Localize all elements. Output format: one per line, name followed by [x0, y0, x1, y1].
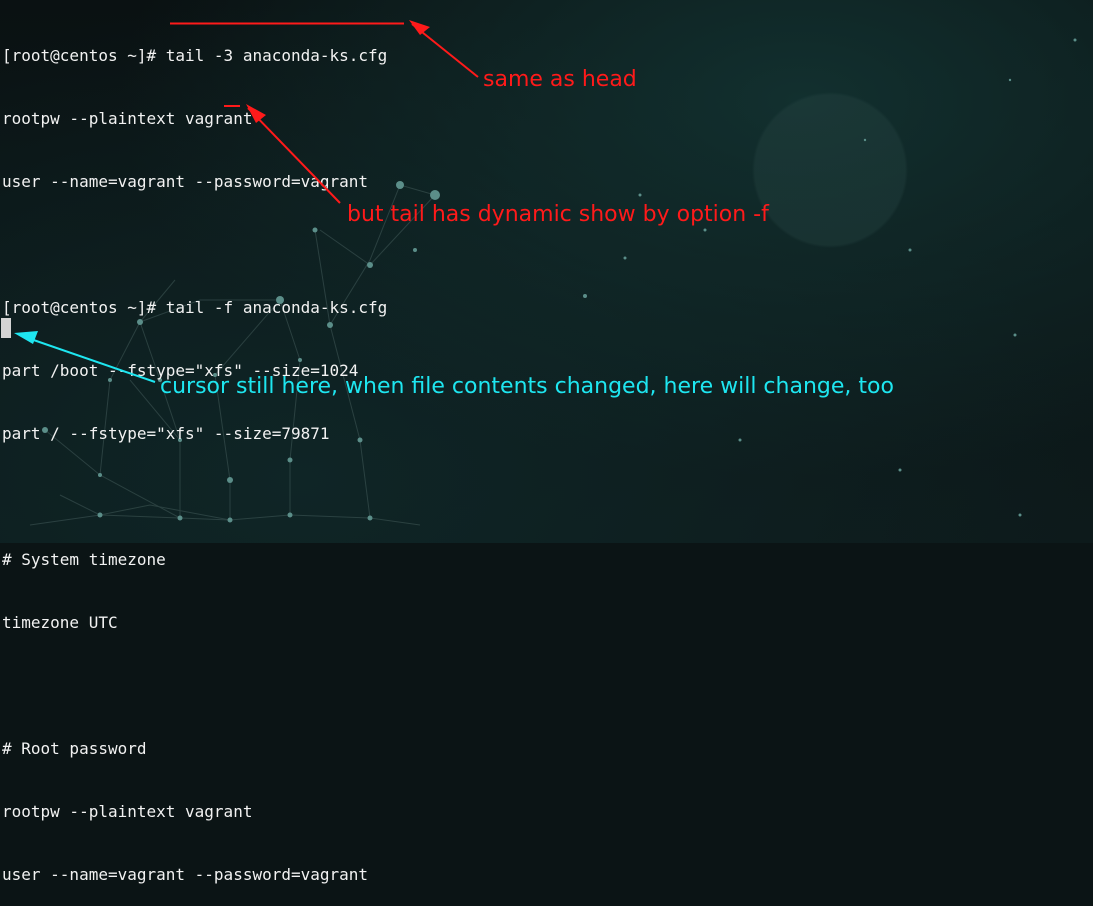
terminal-cursor[interactable]: [1, 318, 11, 338]
terminal-line: user --name=vagrant --password=vagrant: [2, 865, 369, 884]
terminal-line: part / --fstype="xfs" --size=79871: [2, 424, 330, 443]
annotation-same-as-head: same as head: [483, 67, 637, 92]
terminal-line: rootpw --plaintext vagrant: [2, 802, 253, 821]
terminal-line: rootpw --plaintext vagrant: [2, 109, 253, 128]
terminal-output: [root@centos ~]# tail -3 anaconda-ks.cfg…: [2, 3, 387, 906]
terminal-line: timezone UTC: [2, 613, 118, 632]
terminal-line: # Root password: [2, 739, 147, 758]
terminal-line: user --name=vagrant --password=vagrant: [2, 172, 369, 191]
terminal-line: [root@centos ~]# tail -3 anaconda-ks.cfg: [2, 46, 388, 65]
annotation-dynamic-show: but tail has dynamic show by option -f: [347, 202, 769, 227]
annotation-cursor-note: cursor still here, when file contents ch…: [160, 374, 894, 399]
terminal-line: [root@centos ~]# tail -f anaconda-ks.cfg: [2, 298, 388, 317]
terminal-line: # System timezone: [2, 550, 166, 569]
